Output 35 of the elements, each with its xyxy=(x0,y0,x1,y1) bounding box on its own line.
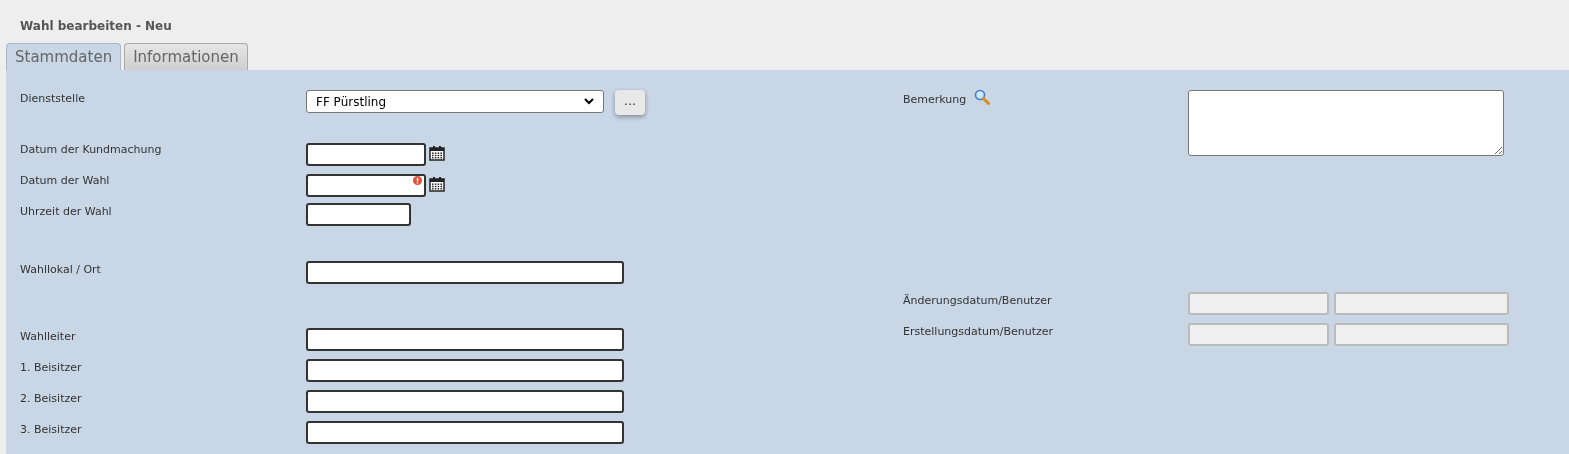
field-label: Wahlleiter xyxy=(20,329,77,345)
date-field[interactable] xyxy=(306,173,426,197)
field-label: Dienststelle xyxy=(20,91,86,107)
calendar-icon[interactable] xyxy=(429,145,445,161)
readonly-field[interactable] xyxy=(1188,323,1329,346)
time-field[interactable] xyxy=(306,203,411,226)
chevron-down-icon xyxy=(584,98,594,105)
field-label: Datum der Kundmachung xyxy=(20,142,163,158)
calendar-icon[interactable] xyxy=(429,176,445,192)
more-button[interactable]: ... xyxy=(615,90,645,115)
field-label: Wahllokal / Ort xyxy=(20,262,102,278)
text-field[interactable] xyxy=(306,421,624,444)
text-field[interactable] xyxy=(306,390,624,413)
text-field[interactable] xyxy=(306,328,624,351)
field-label: Bemerkung xyxy=(903,92,967,108)
remark-textarea[interactable] xyxy=(1188,90,1504,156)
dropdown[interactable]: FF Pürstling xyxy=(306,90,604,113)
readonly-field[interactable] xyxy=(1188,292,1329,315)
tab[interactable]: Informationen xyxy=(124,43,248,70)
error-icon xyxy=(413,176,422,185)
date-field[interactable] xyxy=(306,142,426,166)
page-title: Wahl bearbeiten - Neu xyxy=(20,19,172,33)
field-label: Änderungsdatum/Benutzer xyxy=(903,293,1053,309)
tab[interactable]: Stammdaten xyxy=(6,43,122,70)
readonly-field[interactable] xyxy=(1334,323,1509,346)
field-label: Erstellungsdatum/Benutzer xyxy=(903,324,1055,340)
field-label: Uhrzeit der Wahl xyxy=(20,204,113,220)
field-label: 1. Beisitzer xyxy=(20,360,83,376)
search-icon[interactable] xyxy=(974,89,991,105)
field-label: 3. Beisitzer xyxy=(20,422,83,438)
readonly-field[interactable] xyxy=(1334,292,1509,315)
field-label: Datum der Wahl xyxy=(20,173,111,189)
field-label: 2. Beisitzer xyxy=(20,391,83,407)
text-field[interactable] xyxy=(306,261,624,284)
text-field[interactable] xyxy=(306,359,624,382)
